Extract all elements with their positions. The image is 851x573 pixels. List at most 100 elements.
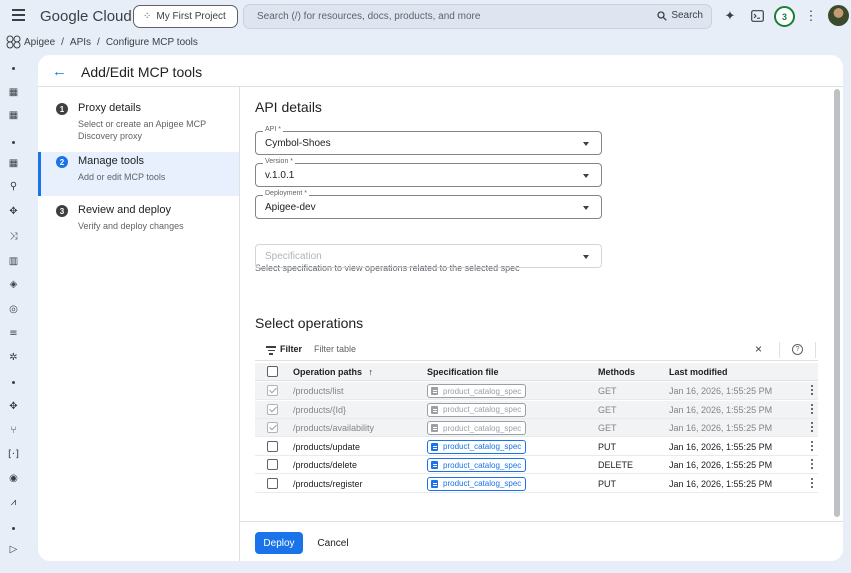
- dropdown-arrow-icon: [583, 174, 589, 178]
- help-icon[interactable]: ?: [792, 344, 803, 355]
- version-select-label: Version *: [263, 158, 296, 165]
- expand-rail-icon[interactable]: ▷: [6, 542, 21, 557]
- page-title: Add/Edit MCP tools: [81, 64, 203, 80]
- table-row[interactable]: /products/list product_catalog_spec GET Jan…: [255, 382, 818, 400]
- analytics-icon[interactable]: ▥: [6, 254, 21, 269]
- row-checkbox[interactable]: [267, 385, 278, 396]
- brackets-icon[interactable]: [·]: [6, 447, 21, 462]
- column-methods[interactable]: Methods: [598, 367, 635, 377]
- target-icon[interactable]: ◎: [6, 302, 21, 317]
- row-checkbox[interactable]: [267, 422, 278, 433]
- column-operation-paths[interactable]: Operation paths ↑: [293, 367, 373, 377]
- search-icon[interactable]: ⚲: [6, 179, 21, 194]
- overview-grid-icon[interactable]: ▦: [6, 156, 21, 171]
- divider: [779, 342, 780, 358]
- operation-method: GET: [598, 404, 617, 415]
- column-last-modified[interactable]: Last modified: [669, 367, 728, 377]
- search-button[interactable]: Search: [657, 10, 703, 21]
- filter-label: Filter: [280, 344, 303, 354]
- shuffle-icon[interactable]: ⤨: [6, 229, 21, 244]
- menu-icon[interactable]: [12, 9, 25, 22]
- dashboard-grid-icon[interactable]: ▦: [6, 85, 21, 100]
- row-more-icon[interactable]: [811, 477, 813, 489]
- api-details-heading: API details: [255, 99, 322, 115]
- gemini-sparkle-icon[interactable]: ✦: [721, 7, 739, 25]
- row-more-icon[interactable]: [811, 403, 813, 415]
- specification-file-chip[interactable]: product_catalog_spec: [427, 384, 527, 398]
- deployment-select[interactable]: Deployment * Apigee-dev: [255, 190, 602, 219]
- cancel-button[interactable]: Cancel: [313, 532, 353, 554]
- row-checkbox[interactable]: [267, 440, 278, 452]
- specification-file-chip[interactable]: product_catalog_spec: [427, 402, 527, 417]
- stepper: 1 Proxy details Select or create an Apig…: [38, 87, 240, 561]
- clear-filter-icon[interactable]: ×: [755, 342, 762, 356]
- cloud-shell-icon[interactable]: [748, 7, 766, 25]
- column-specification-file[interactable]: Specification file: [427, 367, 499, 377]
- specification-file-chip[interactable]: product_catalog_spec: [427, 421, 527, 435]
- specification-file-chip[interactable]: product_catalog_spec: [427, 476, 527, 491]
- step-review-and-deploy[interactable]: 3 Review and deploy Verify and deploy ch…: [38, 201, 239, 245]
- table-row[interactable]: /products/{Id} product_catalog_spec GET Jan…: [255, 400, 818, 419]
- dropdown-arrow-icon: [583, 142, 589, 146]
- filter-table-input[interactable]: Filter table: [314, 344, 356, 354]
- table-row[interactable]: /products/availability product_catalog_sp…: [255, 419, 818, 437]
- search-input[interactable]: Search (/) for resources, docs, products…: [243, 4, 712, 29]
- step-manage-tools[interactable]: 2 Manage tools Add or edit MCP tools: [38, 152, 239, 196]
- left-nav-rail: ▦ ▦ ▦ ⚲ ✥ ⤨ ▥ ◈ ◎ ≡ ✲ ✥ ⑂ [·] ◉ ⩘ ▷: [0, 55, 27, 573]
- table-row[interactable]: /products/update product_catalog_spec PUT J…: [255, 438, 818, 456]
- step-title: Manage tools: [78, 155, 145, 167]
- table-row[interactable]: /products/delete product_catalog_spec DELE…: [255, 456, 818, 474]
- google-cloud-logo[interactable]: Google Cloud: [40, 8, 132, 25]
- rail-dot-icon: [6, 135, 21, 150]
- row-checkbox[interactable]: [267, 403, 278, 415]
- specification-file-chip[interactable]: product_catalog_spec: [427, 458, 527, 472]
- apps-grid-icon[interactable]: ▦: [6, 108, 21, 123]
- step-proxy-details[interactable]: 1 Proxy details Select or create an Apig…: [38, 99, 239, 143]
- proxy-icon[interactable]: ✥: [6, 204, 21, 219]
- step-title: Proxy details: [78, 102, 141, 114]
- monitoring-icon[interactable]: ⩘: [6, 495, 21, 510]
- operation-method: GET: [598, 386, 617, 396]
- deploy-button[interactable]: Deploy: [255, 532, 303, 554]
- breadcrumb-apigee[interactable]: Apigee: [24, 37, 55, 48]
- specification-file-name: product_catalog_spec: [443, 479, 522, 488]
- row-checkbox[interactable]: [267, 477, 278, 489]
- document-icon: [431, 387, 438, 395]
- specification-file-chip[interactable]: product_catalog_spec: [427, 439, 527, 454]
- more-vert-icon[interactable]: ⋮: [802, 7, 820, 25]
- api-select[interactable]: API * Cymbol-Shoes: [255, 126, 602, 155]
- breadcrumb-apis[interactable]: APIs: [70, 37, 91, 48]
- select-all-checkbox[interactable]: [267, 366, 278, 377]
- step-number: 2: [56, 156, 68, 168]
- row-more-icon[interactable]: [811, 440, 813, 452]
- move-icon[interactable]: ✥: [6, 399, 21, 414]
- step-description: Add or edit MCP tools: [78, 172, 166, 182]
- branch-icon[interactable]: ⑂: [6, 423, 21, 438]
- row-more-icon[interactable]: [811, 459, 813, 470]
- step-description: Verify and deploy changes: [78, 221, 184, 231]
- shield-icon[interactable]: ◈: [6, 277, 21, 292]
- settings-icon[interactable]: ✲: [6, 350, 21, 365]
- main-panel: ← Add/Edit MCP tools 1 Proxy details Sel…: [38, 55, 843, 561]
- row-more-icon[interactable]: [811, 385, 813, 396]
- document-icon: [431, 405, 438, 414]
- apigee-icon: [6, 35, 21, 49]
- specification-select[interactable]: Specification: [255, 244, 602, 268]
- breadcrumb-configure-mcp-tools: Configure MCP tools: [105, 36, 198, 48]
- project-picker-button[interactable]: ⁘ My First Project: [133, 5, 238, 28]
- row-more-icon[interactable]: [811, 422, 813, 433]
- filter-icon[interactable]: [266, 346, 276, 355]
- table-row[interactable]: /products/register product_catalog_spec PU…: [255, 475, 818, 493]
- operation-last-modified: Jan 16, 2026, 1:55:25 PM: [669, 404, 773, 415]
- avatar[interactable]: [828, 5, 849, 26]
- notifications-badge[interactable]: 3: [774, 6, 795, 27]
- list-icon[interactable]: ≡: [6, 326, 21, 341]
- operation-last-modified: Jan 16, 2026, 1:55:25 PM: [669, 478, 773, 489]
- sensor-icon[interactable]: ◉: [6, 471, 21, 486]
- operation-path: /products/register: [293, 478, 363, 489]
- back-arrow-icon[interactable]: ←: [52, 63, 67, 80]
- scrollbar[interactable]: [834, 89, 840, 517]
- row-checkbox[interactable]: [267, 459, 278, 470]
- search-button-label: Search: [671, 10, 703, 21]
- version-select[interactable]: Version * v.1.0.1: [255, 158, 602, 187]
